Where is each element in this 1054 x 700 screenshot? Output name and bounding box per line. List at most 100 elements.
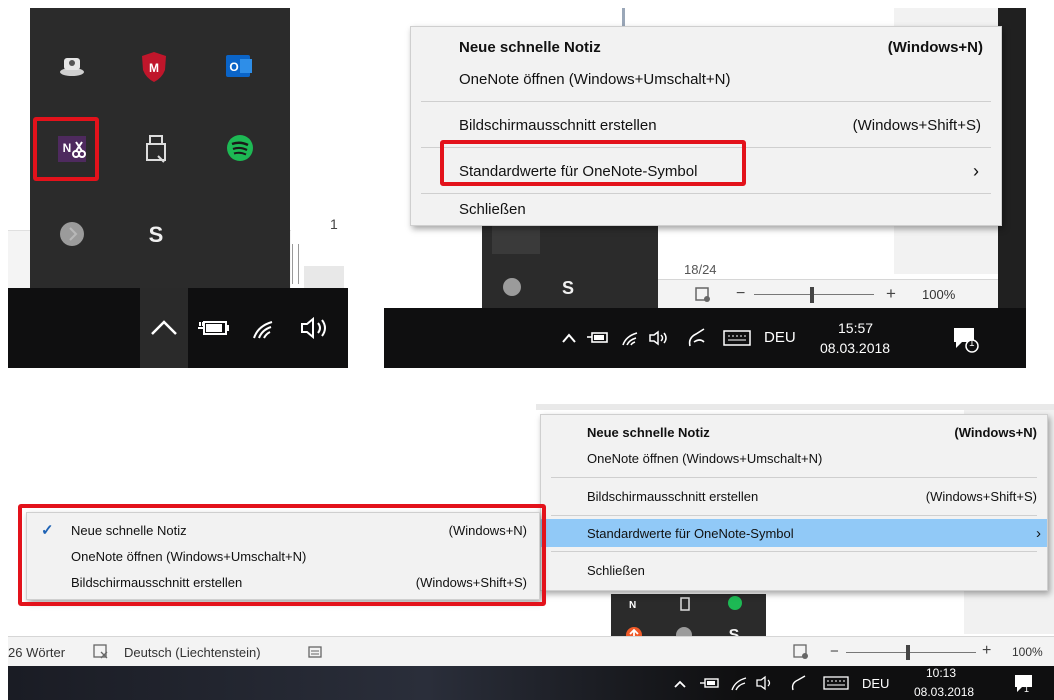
view-icon[interactable] (694, 286, 712, 304)
pen-icon[interactable] (684, 326, 710, 350)
menu-item-label: Schließen (587, 562, 645, 578)
zoom-level[interactable]: 100% (922, 287, 955, 302)
network-drive-icon[interactable] (52, 46, 92, 86)
proofing-icon[interactable] (92, 643, 110, 661)
menu-separator (551, 551, 1037, 552)
volume-icon[interactable] (294, 310, 338, 346)
clock-time[interactable]: 15:57 (838, 320, 873, 336)
pen-icon[interactable] (788, 673, 810, 693)
wifi-icon[interactable] (244, 310, 284, 346)
menu-item-open-onenote[interactable]: OneNote öffnen (Windows+Umschalt+N) (541, 443, 1047, 473)
input-language[interactable]: DEU (764, 329, 796, 346)
chevron-up-icon[interactable] (672, 676, 688, 692)
menu-separator (551, 477, 1037, 478)
menu-item-label: Standardwerte für OneNote-Symbol (587, 525, 794, 541)
menu-item-label: OneNote öffnen (Windows+Umschalt+N) (459, 70, 731, 88)
onenote-tray-context-menu: Neue schnelle Notiz (Windows+N) OneNote … (410, 26, 1002, 226)
spotify-icon[interactable] (220, 128, 260, 168)
sync-s-icon[interactable]: S (556, 274, 580, 300)
menu-item-label: Bildschirmausschnitt erstellen (459, 116, 657, 134)
svg-text:S: S (149, 222, 164, 247)
menu-item-label: Schließen (459, 200, 526, 218)
submenu-highlight (18, 504, 546, 606)
spotify-icon[interactable] (725, 594, 745, 614)
keyboard-icon[interactable] (722, 328, 752, 348)
menu-item-shortcut: (Windows+N) (954, 424, 1037, 440)
usb-eject-icon[interactable] (136, 128, 176, 168)
menu-item-shortcut: (Windows+Shift+S) (852, 116, 981, 134)
menu-item-label: Neue schnelle Notiz (587, 424, 710, 440)
zoom-slider[interactable] (846, 652, 976, 653)
zoom-level[interactable]: 100% (1012, 645, 1043, 659)
ruler-strip (536, 404, 1054, 410)
macro-icon[interactable] (306, 643, 324, 661)
zoom-slider[interactable] (754, 294, 874, 295)
top-left-tray-panel: 1 M O N S (8, 8, 348, 368)
menu-item-close[interactable]: Schließen (541, 555, 1047, 585)
status-bar: 26 Wörter Deutsch (Liechtenstein) − + 10… (8, 636, 1054, 667)
svg-text:S: S (562, 278, 574, 298)
menu-item-screen-clipping[interactable]: Bildschirmausschnitt erstellen (Windows+… (411, 109, 1001, 141)
volume-icon[interactable] (754, 674, 778, 692)
onenote-clipping-icon[interactable]: N (621, 594, 643, 614)
document-panel (304, 266, 344, 288)
battery-icon[interactable] (192, 310, 236, 346)
menu-item-screen-clipping[interactable]: Bildschirmausschnitt erstellen (Windows+… (541, 481, 1047, 511)
svg-text:M: M (149, 61, 159, 75)
input-language[interactable]: DEU (862, 676, 889, 691)
taskbar (8, 288, 348, 368)
battery-icon[interactable] (698, 674, 722, 692)
menu-item-label: OneNote öffnen (Windows+Umschalt+N) (587, 450, 823, 466)
arrow-circle-icon[interactable] (52, 214, 92, 254)
language-indicator[interactable]: Deutsch (Liechtenstein) (124, 645, 261, 660)
view-icon[interactable] (792, 643, 810, 661)
svg-text:N: N (629, 600, 636, 611)
menu-item-quick-note[interactable]: Neue schnelle Notiz (Windows+N) (411, 31, 1001, 63)
keyboard-icon[interactable] (822, 674, 850, 692)
notification-center-icon[interactable] (950, 324, 980, 354)
document-page-number: 1 (330, 216, 338, 232)
document-page (298, 8, 348, 288)
menu-item-label: Bildschirmausschnitt erstellen (587, 488, 759, 504)
wifi-icon[interactable] (618, 328, 644, 348)
zoom-out-button[interactable]: − (736, 285, 745, 303)
menu-item-label: Neue schnelle Notiz (459, 38, 601, 56)
volume-icon[interactable] (646, 328, 674, 348)
zoom-out-button[interactable]: − (830, 643, 839, 660)
mcafee-shield-icon[interactable]: M (134, 46, 174, 86)
zoom-in-button[interactable]: + (982, 642, 991, 660)
menu-separator (421, 101, 991, 102)
chevron-up-icon[interactable] (560, 328, 578, 348)
menu-item-open-onenote[interactable]: OneNote öffnen (Windows+Umschalt+N) (411, 63, 1001, 95)
battery-icon[interactable] (584, 328, 612, 348)
svg-text:O: O (229, 60, 238, 74)
menu-separator (551, 515, 1037, 516)
status-bar: − + 100% (658, 279, 998, 310)
word-count[interactable]: 26 Wörter (8, 645, 65, 660)
menu-item-close[interactable]: Schließen (411, 193, 1001, 225)
dark-edge (998, 8, 1026, 308)
chevron-right-icon: › (1036, 524, 1041, 542)
notification-count: 1 (1024, 684, 1030, 694)
zoom-slider-thumb[interactable] (906, 645, 910, 660)
usb-eject-icon[interactable] (675, 594, 695, 614)
onenote-tray-context-menu: Neue schnelle Notiz (Windows+N) OneNote … (540, 414, 1048, 591)
outlook-icon[interactable]: O (218, 46, 258, 86)
bottom-panel: N S 26 Wörter Deutsch (Liechtenstein) − … (8, 404, 1054, 700)
notification-count: 1 (969, 338, 975, 349)
page-indicator: 18/24 (684, 262, 717, 277)
zoom-slider-thumb[interactable] (810, 287, 814, 303)
clock-time[interactable]: 10:13 (926, 666, 956, 680)
zoom-in-button[interactable]: + (886, 284, 896, 304)
menu-item-onenote-defaults[interactable]: Standardwerte für OneNote-Symbol › (541, 519, 1047, 547)
wifi-icon[interactable] (728, 674, 752, 692)
ruler-marker (292, 244, 299, 284)
defaults-item-highlight (440, 140, 746, 186)
clock-date[interactable]: 08.03.2018 (820, 340, 890, 356)
chevron-up-icon[interactable] (140, 288, 188, 368)
chevron-right-icon: › (973, 160, 979, 181)
clock-date[interactable]: 08.03.2018 (914, 685, 974, 699)
sync-s-icon[interactable]: S (136, 214, 176, 254)
menu-item-shortcut: (Windows+Shift+S) (925, 488, 1037, 504)
arrow-circle-icon[interactable] (500, 275, 524, 299)
